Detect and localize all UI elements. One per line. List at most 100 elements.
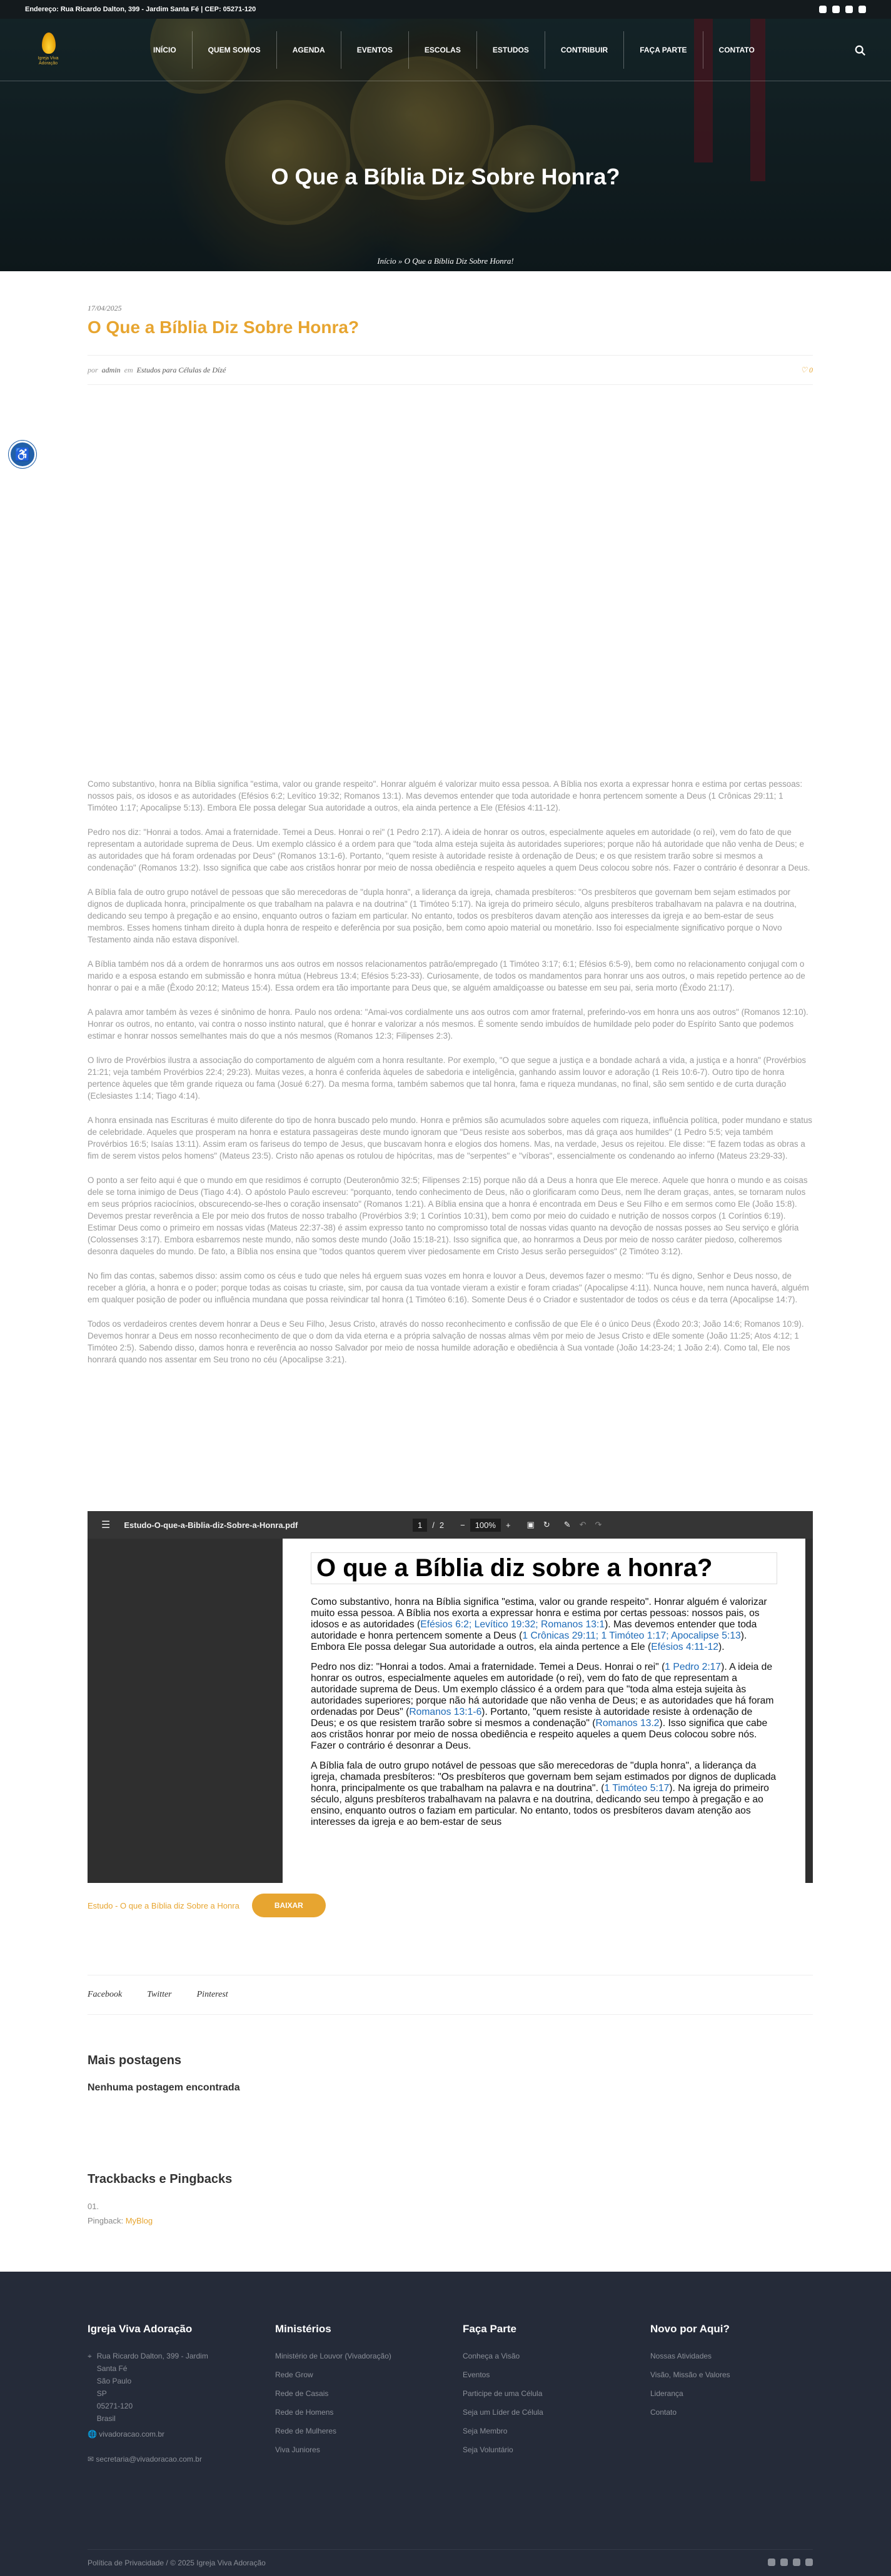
post-date: 17/04/2025 [88, 304, 122, 312]
accessibility-icon[interactable]: ♿ [9, 441, 36, 468]
pdf-page-input[interactable]: 1 [413, 1518, 428, 1532]
footer-link[interactable]: Ministério de Louvor (Vivadoração) [275, 2347, 391, 2365]
post-category[interactable]: Estudos para Células de Dízé [137, 366, 226, 375]
pdf-ref-link[interactable]: Romanos 13.2 [596, 1718, 660, 1729]
share-pinterest[interactable]: Pinterest [197, 1990, 228, 2000]
pdf-ref-link[interactable]: Efésios 4:11-12 [651, 1642, 718, 1652]
undo-icon[interactable]: ↶ [580, 1520, 586, 1530]
footer-link[interactable]: Conheça a Visão [463, 2347, 543, 2365]
post-content: Como substantivo, honra na Bíblia signif… [88, 778, 813, 1378]
share-twitter[interactable]: Twitter [147, 1990, 171, 2000]
nav-item[interactable]: QUEM SOMOS [193, 19, 276, 81]
article-paragraph: A Bíblia também nos dá a ordem de honrar… [88, 959, 805, 992]
nav-item[interactable]: INÍCIO [138, 19, 192, 81]
pdf-ref-link[interactable]: 1 Pedro 2:17 [665, 1662, 721, 1672]
breadcrumb[interactable]: Início » O Que a Bíblia Diz Sobre Honra! [0, 256, 891, 266]
youtube-icon[interactable] [780, 2559, 788, 2566]
footer-link[interactable]: Rede de Casais [275, 2384, 391, 2403]
instagram-icon[interactable] [819, 6, 827, 13]
more-posts-empty: Nenhuma postagem encontrada [88, 2082, 240, 2093]
pen-icon[interactable]: ✎ [564, 1520, 571, 1530]
download-link[interactable]: Estudo - O que a Bíblia diz Sobre a Honr… [88, 1901, 239, 1910]
footer-link[interactable]: Contato [650, 2403, 730, 2422]
address-line: 05271-120 [96, 2402, 133, 2410]
pdf-heading: O que a Bíblia diz sobre a honra? [311, 1552, 777, 1584]
nav-item[interactable]: CONTRIBUIR [545, 19, 623, 81]
pdf-zoom[interactable]: 100% [470, 1518, 501, 1532]
article-paragraph: O ponto a ser feito aqui é que o mundo e… [88, 1176, 808, 1256]
youtube-icon[interactable] [832, 6, 840, 13]
footer-link[interactable]: Visão, Missão e Valores [650, 2365, 730, 2384]
topbar-social [819, 6, 866, 13]
pingback-link[interactable]: MyBlog [126, 2216, 153, 2225]
footer-link[interactable]: Seja Membro [463, 2422, 543, 2440]
footer-email-text: secretaria@vivadoracao.com.br [96, 2455, 202, 2464]
pdf-ref-link[interactable]: Efésios 6:2; Levítico 19:32; Romanos 13:… [420, 1619, 605, 1630]
footer-link[interactable]: Rede Grow [275, 2365, 391, 2384]
footer-legal: Política de Privacidade / © 2025 Igreja … [88, 2559, 266, 2567]
logo-text: Igreja Viva Adoração [38, 56, 59, 66]
article-paragraph: O livro de Provérbios ilustra a associaç… [88, 1056, 807, 1101]
post-meta: por admin em Estudos para Células de Díz… [88, 355, 813, 385]
footer-link[interactable]: Liderança [650, 2384, 730, 2403]
footer-social [763, 2559, 813, 2568]
pdf-text: ). [718, 1642, 725, 1652]
footer-email[interactable]: ✉ secretaria@vivadoracao.com.br [88, 2453, 202, 2465]
flame-icon [42, 32, 56, 54]
footer-link[interactable]: Rede de Mulheres [275, 2422, 391, 2440]
nav-item[interactable]: FAÇA PARTE [624, 19, 702, 81]
address-line: Rua Ricardo Dalton, 399 - Jardim [96, 2352, 208, 2360]
footer-address: ⌖ Rua Ricardo Dalton, 399 - Jardim Santa … [88, 2350, 208, 2425]
footer-site[interactable]: 🌐 vivadoracao.com.br [88, 2428, 164, 2440]
nav-item[interactable]: AGENDA [277, 19, 341, 81]
spotify-icon[interactable] [805, 2559, 813, 2566]
footer-link[interactable]: Seja Voluntário [463, 2440, 543, 2459]
like-count: 0 [809, 365, 813, 374]
footer-col2-title: Ministérios [275, 2323, 331, 2335]
footer-bottom: Política de Privacidade / © 2025 Igreja … [88, 2549, 813, 2568]
instagram-icon[interactable] [768, 2559, 775, 2566]
nav-item[interactable]: ESTUDOS [477, 19, 545, 81]
address-line: Santa Fé [96, 2364, 128, 2373]
zoom-out-icon[interactable]: − [460, 1520, 465, 1530]
redo-icon[interactable]: ↷ [595, 1520, 602, 1530]
zoom-in-icon[interactable]: + [506, 1520, 511, 1530]
facebook-icon[interactable] [793, 2559, 800, 2566]
pdf-viewer[interactable]: ☰ Estudo-O-que-a-Biblia-diz-Sobre-a-Honr… [88, 1511, 813, 1883]
pdf-ref-link[interactable]: 1 Crônicas 29:11; 1 Timóteo 1:17; Apocal… [522, 1630, 740, 1641]
footer-link[interactable]: Eventos [463, 2365, 543, 2384]
post-author[interactable]: admin [102, 366, 121, 375]
share-facebook[interactable]: Facebook [88, 1990, 122, 2000]
footer-col3-title: Faça Parte [463, 2323, 516, 2335]
pdf-ref-link[interactable]: Romanos 13:1-6 [409, 1707, 481, 1717]
menu-icon[interactable]: ☰ [101, 1519, 110, 1531]
nav-item[interactable]: ESCOLAS [409, 19, 476, 81]
footer-link[interactable]: Nossas Atividades [650, 2347, 730, 2365]
meta-by: por [88, 365, 98, 374]
search-icon[interactable] [855, 45, 866, 56]
fit-page-icon[interactable]: ▣ [527, 1520, 535, 1530]
download-button[interactable]: BAIXAR [251, 1894, 326, 1917]
article-paragraph: A honra ensinada nas Escrituras é muito … [88, 1116, 812, 1161]
top-bar: Endereço: Rua Ricardo Dalton, 399 - Jard… [0, 0, 891, 19]
footer-link[interactable]: Participe de uma Célula [463, 2384, 543, 2403]
nav-item[interactable]: EVENTOS [341, 19, 408, 81]
spotify-icon[interactable] [858, 6, 866, 13]
rotate-icon[interactable]: ↻ [543, 1520, 550, 1530]
footer-link[interactable]: Viva Juniores [275, 2440, 391, 2459]
logo[interactable]: Igreja Viva Adoração [31, 32, 65, 70]
footer-link[interactable]: Rede de Homens [275, 2403, 391, 2422]
footer-link[interactable]: Seja um Líder de Célula [463, 2403, 543, 2422]
article-paragraph: A Bíblia fala de outro grupo notável de … [88, 887, 797, 944]
menu: INÍCIO QUEM SOMOS AGENDA EVENTOS ESCOLAS ESTU… [138, 19, 770, 81]
article-paragraph: Como substantivo, honra na Bíblia signif… [88, 779, 803, 812]
like-button[interactable]: ♡ 0 [800, 366, 813, 375]
nav-item[interactable]: CONTATO [703, 19, 770, 81]
pdf-ref-link[interactable]: 1 Timóteo 5:17 [605, 1783, 670, 1794]
pdf-toolbar: ☰ Estudo-O-que-a-Biblia-diz-Sobre-a-Honr… [88, 1511, 813, 1539]
pdf-text: Pedro nos diz: "Honrai a todos. Amai a f… [311, 1662, 665, 1672]
footer-join: Conheça a Visão Eventos Participe de uma C… [463, 2347, 543, 2459]
footer-col4-title: Novo por Aqui? [650, 2323, 730, 2335]
privacy-link[interactable]: Política de Privacidade [88, 2559, 164, 2567]
facebook-icon[interactable] [845, 6, 853, 13]
